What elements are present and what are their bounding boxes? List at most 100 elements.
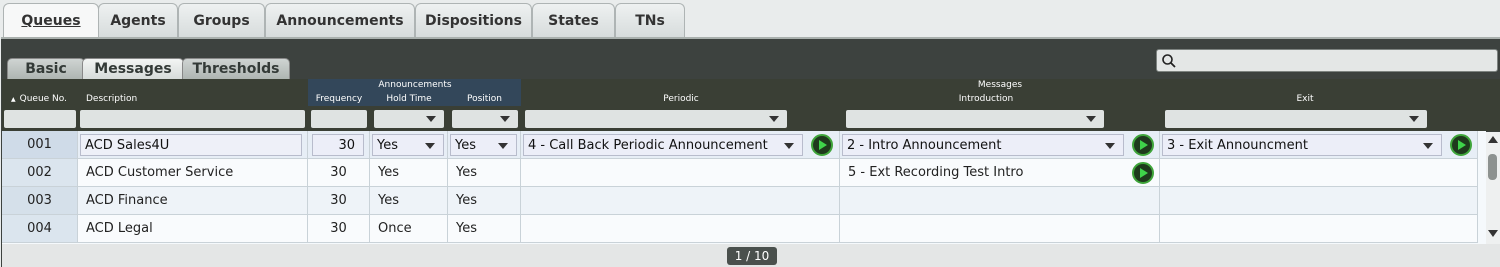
cell-position[interactable]: Yes bbox=[448, 187, 521, 215]
tab-dispositions[interactable]: Dispositions bbox=[415, 3, 532, 37]
cell-introduction[interactable] bbox=[840, 215, 1160, 243]
cell-exit[interactable] bbox=[1160, 187, 1478, 215]
filter-hold-time[interactable] bbox=[374, 110, 444, 128]
table-row[interactable]: 002 ACD Customer Service 30 Yes Yes 5 - … bbox=[2, 159, 1478, 187]
table-row[interactable]: 004 ACD Legal 30 Once Yes bbox=[2, 215, 1478, 243]
scrollbar-thumb[interactable] bbox=[1488, 154, 1497, 180]
cell-position[interactable]: Yes bbox=[448, 159, 521, 187]
header-label: Queue No. bbox=[19, 94, 67, 104]
cell-position[interactable]: Yes bbox=[448, 215, 521, 243]
cell-frequency[interactable]: 30 bbox=[308, 215, 370, 243]
search-input[interactable] bbox=[1156, 49, 1498, 72]
header-label: Position bbox=[466, 94, 503, 104]
header-introduction[interactable]: Introduction bbox=[840, 92, 1132, 106]
chevron-down-icon bbox=[498, 143, 508, 149]
periodic-select[interactable]: 4 - Call Back Periodic Announcement bbox=[523, 134, 803, 156]
subtab-label: Basic bbox=[25, 61, 67, 77]
header-label: Introduction bbox=[958, 94, 1014, 104]
header-position[interactable]: Position bbox=[448, 92, 521, 106]
hold-time-select[interactable]: Yes bbox=[372, 134, 444, 156]
filter-introduction[interactable] bbox=[846, 110, 1104, 128]
filter-exit[interactable] bbox=[1165, 110, 1427, 128]
cell-queue-no[interactable]: 001 bbox=[2, 131, 78, 159]
cell-queue-no[interactable]: 003 bbox=[2, 187, 78, 215]
cell-introduction[interactable]: 5 - Ext Recording Test Intro bbox=[840, 159, 1160, 187]
tab-states[interactable]: States bbox=[532, 3, 615, 37]
header-frequency[interactable]: Frequency bbox=[308, 92, 370, 106]
cell-position[interactable]: Yes bbox=[448, 131, 521, 159]
cell-hold-time[interactable]: Yes bbox=[370, 159, 448, 187]
subtab-messages[interactable]: Messages bbox=[82, 58, 184, 79]
play-icon[interactable] bbox=[1132, 134, 1154, 156]
table-row[interactable]: 001 ACD Sales4U 30 Yes Yes 4 - Call Back… bbox=[2, 131, 1478, 159]
frequency-field[interactable]: 30 bbox=[312, 134, 364, 156]
cell-description[interactable]: ACD Sales4U bbox=[78, 131, 308, 159]
filter-position[interactable] bbox=[452, 110, 518, 128]
introduction-value: 5 - Ext Recording Test Intro bbox=[848, 165, 1024, 180]
tab-groups[interactable]: Groups bbox=[178, 3, 265, 37]
description-field[interactable]: ACD Sales4U bbox=[80, 134, 302, 156]
tab-label: States bbox=[548, 12, 599, 29]
header-group-announcements: Announcements bbox=[370, 79, 460, 91]
play-icon[interactable] bbox=[811, 134, 833, 156]
cell-introduction[interactable] bbox=[840, 187, 1160, 215]
cell-periodic[interactable] bbox=[521, 187, 840, 215]
cell-exit[interactable] bbox=[1160, 215, 1478, 243]
chevron-down-icon bbox=[784, 143, 794, 149]
cell-frequency[interactable]: 30 bbox=[308, 159, 370, 187]
exit-select[interactable]: 3 - Exit Announcment bbox=[1162, 134, 1442, 156]
cell-periodic[interactable] bbox=[521, 159, 840, 187]
cell-description[interactable]: ACD Customer Service bbox=[78, 159, 308, 187]
tab-announcements[interactable]: Announcements bbox=[265, 3, 415, 37]
tab-tns[interactable]: TNs bbox=[615, 3, 685, 37]
header-hold-time[interactable]: Hold Time bbox=[370, 92, 448, 106]
header-label: Periodic bbox=[663, 94, 699, 104]
play-icon[interactable] bbox=[1450, 134, 1472, 156]
filter-queue-no[interactable] bbox=[4, 110, 76, 128]
pager-text: 1 / 10 bbox=[734, 249, 770, 263]
filter-periodic[interactable] bbox=[525, 110, 787, 128]
cell-hold-time[interactable]: Yes bbox=[370, 187, 448, 215]
chevron-down-icon bbox=[500, 116, 510, 122]
filter-description[interactable] bbox=[80, 110, 305, 128]
header-label: Hold Time bbox=[386, 94, 432, 104]
cell-introduction[interactable]: 2 - Intro Announcement bbox=[840, 131, 1160, 159]
header-periodic[interactable]: Periodic bbox=[521, 92, 841, 106]
cell-periodic[interactable]: 4 - Call Back Periodic Announcement bbox=[521, 131, 840, 159]
chevron-down-icon bbox=[1105, 143, 1115, 149]
tab-queues[interactable]: Queues bbox=[3, 3, 99, 38]
hold-time-value: Yes bbox=[377, 137, 398, 153]
subtab-basic[interactable]: Basic bbox=[7, 58, 85, 79]
cell-queue-no[interactable]: 002 bbox=[2, 159, 78, 187]
cell-frequency[interactable]: 30 bbox=[308, 131, 370, 159]
cell-description[interactable]: ACD Legal bbox=[78, 215, 308, 243]
pager[interactable]: 1 / 10 bbox=[727, 247, 777, 265]
chevron-down-icon bbox=[769, 116, 779, 122]
filter-frequency[interactable] bbox=[311, 110, 367, 128]
cell-queue-no[interactable]: 004 bbox=[2, 215, 78, 243]
scroll-down-icon[interactable] bbox=[1488, 230, 1498, 237]
subtab-thresholds[interactable]: Thresholds bbox=[182, 58, 290, 79]
cell-frequency[interactable]: 30 bbox=[308, 187, 370, 215]
cell-description[interactable]: ACD Finance bbox=[78, 187, 308, 215]
play-icon[interactable] bbox=[1132, 162, 1154, 184]
header-description[interactable]: Description bbox=[78, 92, 306, 106]
cell-periodic[interactable] bbox=[521, 215, 840, 243]
exit-value: 3 - Exit Announcment bbox=[1167, 137, 1308, 153]
cell-exit[interactable] bbox=[1160, 159, 1478, 187]
cell-hold-time[interactable]: Yes bbox=[370, 131, 448, 159]
position-value: Yes bbox=[455, 137, 476, 153]
table-row[interactable]: 003 ACD Finance 30 Yes Yes bbox=[2, 187, 1478, 215]
scroll-up-icon[interactable] bbox=[1488, 136, 1498, 143]
header-exit[interactable]: Exit bbox=[1160, 92, 1450, 106]
chevron-down-icon bbox=[426, 116, 436, 122]
vertical-scrollbar[interactable] bbox=[1486, 132, 1500, 244]
cell-exit[interactable]: 3 - Exit Announcment bbox=[1160, 131, 1478, 159]
position-select[interactable]: Yes bbox=[450, 134, 517, 156]
header-queue-no[interactable]: ▲ Queue No. bbox=[2, 92, 76, 106]
header-label: Announcements bbox=[378, 80, 452, 90]
introduction-select[interactable]: 2 - Intro Announcement bbox=[842, 134, 1124, 156]
tab-label: Groups bbox=[193, 12, 250, 29]
tab-agents[interactable]: Agents bbox=[98, 3, 178, 37]
cell-hold-time[interactable]: Once bbox=[370, 215, 448, 243]
